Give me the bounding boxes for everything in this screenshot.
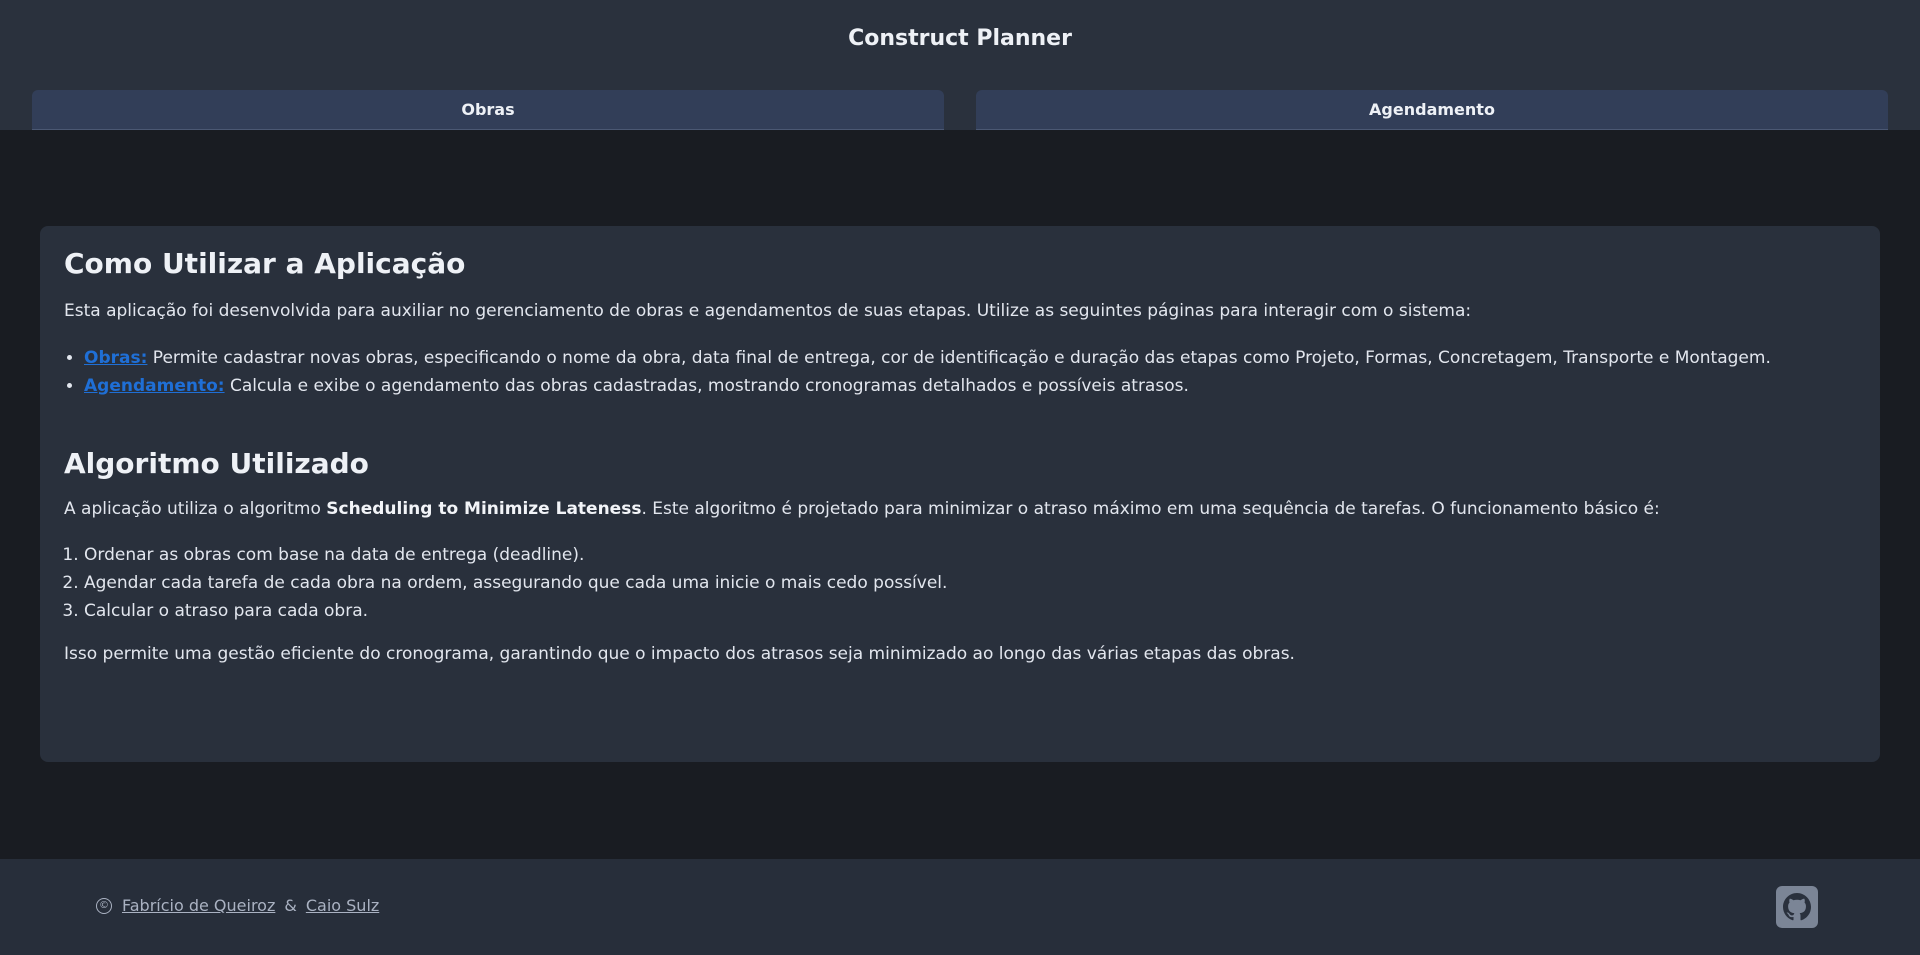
tab-agendamento[interactable]: Agendamento [976,90,1888,130]
copyright: © Fabrício de Queiroz & Caio Sulz [96,896,379,915]
agendamento-link[interactable]: Agendamento: [84,376,225,396]
usage-heading: Como Utilizar a Aplicação [64,247,466,280]
step-item: Agendar cada tarefa de cada obra na orde… [84,569,1856,597]
obras-link[interactable]: Obras: [84,348,147,368]
author-link-fabricio[interactable]: Fabrício de Queiroz [122,896,275,915]
algorithm-outro: Isso permite uma gestão eficiente do cro… [64,644,1295,665]
algorithm-heading: Algoritmo Utilizado [64,446,369,480]
list-item: Agendamento: Calcula e exibe o agendamen… [84,372,1856,400]
algorithm-steps: Ordenar as obras com base na data de ent… [64,541,1856,625]
info-card: Como Utilizar a Aplicação Esta aplicação… [40,226,1880,762]
obras-description: Permite cadastrar novas obras, especific… [147,347,1771,368]
algorithm-name: Scheduling to Minimize Lateness [326,499,642,520]
agendamento-description: Calcula e exibe o agendamento das obras … [224,375,1189,396]
list-item: Obras: Permite cadastrar novas obras, es… [84,344,1856,372]
algorithm-intro-end: . Este algoritmo é projetado para minimi… [641,499,1660,520]
usage-intro: Esta aplicação foi desenvolvida para aux… [64,301,1472,322]
app-footer: © Fabrício de Queiroz & Caio Sulz [0,859,1920,955]
step-item: Ordenar as obras com base na data de ent… [84,541,1856,569]
tab-obras[interactable]: Obras [32,90,944,130]
algorithm-intro: A aplicação utiliza o algoritmo Scheduli… [64,496,1856,523]
step-item: Calcular o atraso para cada obra. [84,597,1856,625]
github-button[interactable] [1776,886,1818,928]
author-separator: & [284,896,297,915]
app-header: Construct Planner Obras Agendamento [0,0,1920,130]
github-icon [1783,893,1811,921]
pages-list: Obras: Permite cadastrar novas obras, es… [64,344,1856,400]
algorithm-intro-start: A aplicação utiliza o algoritmo [64,499,327,520]
app-title: Construct Planner [848,26,1072,51]
author-link-caio[interactable]: Caio Sulz [306,896,379,915]
copyright-icon: © [96,897,112,914]
